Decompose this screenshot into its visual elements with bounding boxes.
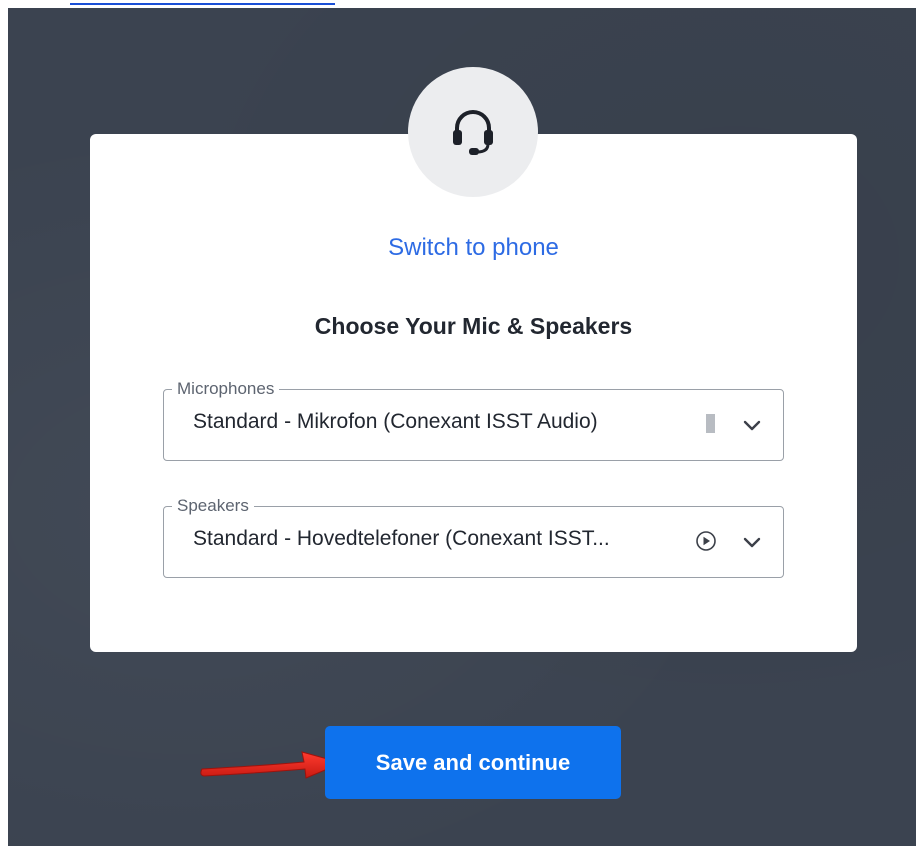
speaker-selected-value: Standard - Hovedtelefoner (Conexant ISST… — [193, 527, 610, 550]
microphone-selected-value: Standard - Mikrofon (Conexant ISST Audio… — [193, 410, 598, 433]
play-circle-icon[interactable] — [695, 530, 717, 552]
red-arrow-icon — [200, 751, 344, 779]
mic-level-icon — [706, 414, 715, 433]
microphone-select[interactable]: Microphones Standard - Mikrofon (Conexan… — [163, 379, 784, 461]
microphone-label: Microphones — [172, 379, 280, 399]
card-title: Choose Your Mic & Speakers — [314, 313, 633, 339]
headset-icon-badge — [408, 67, 538, 197]
speaker-select[interactable]: Speakers Standard - Hovedtelefoner (Cone… — [163, 496, 784, 578]
chevron-down-icon[interactable] — [742, 418, 762, 432]
speaker-label: Speakers — [172, 496, 254, 516]
audio-setup-screen: Switch to phone Choose Your Mic & Speake… — [8, 8, 916, 846]
headset-icon — [453, 110, 493, 155]
save-and-continue-button[interactable]: Save and continue — [325, 726, 621, 799]
top-link[interactable] — [70, 0, 335, 5]
switch-to-phone-link[interactable]: Switch to phone — [90, 234, 857, 262]
chevron-down-icon[interactable] — [742, 535, 762, 549]
